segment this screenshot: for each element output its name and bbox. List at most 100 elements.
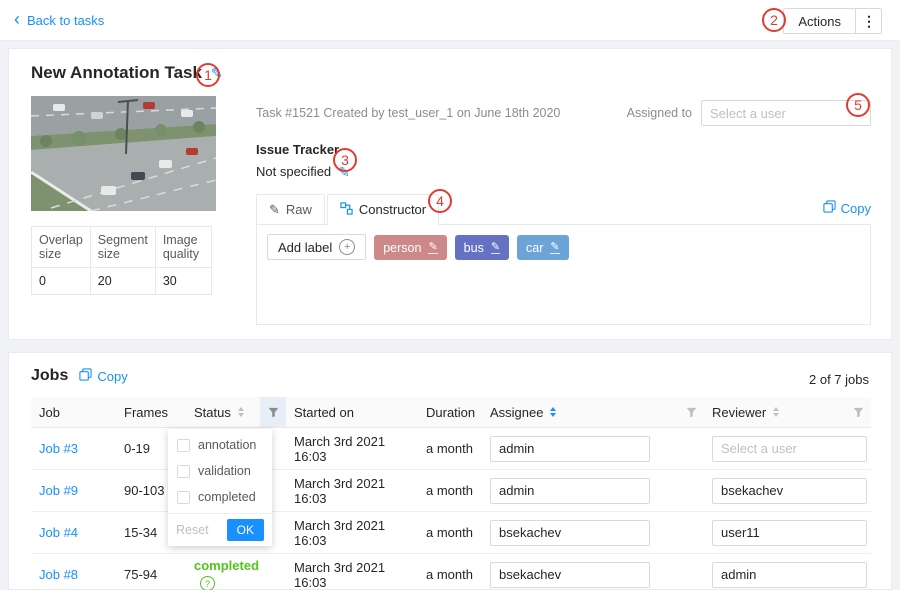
col-frames: Frames: [116, 397, 186, 428]
back-label: Back to tasks: [27, 13, 104, 28]
job-duration: a month: [418, 470, 482, 512]
reviewer-sort-icon[interactable]: [773, 407, 779, 417]
edit-label-icon[interactable]: ✎: [428, 241, 437, 254]
param-value-segment: 20: [90, 268, 155, 295]
constructor-icon: [340, 202, 353, 218]
status-filter-icon[interactable]: [260, 397, 286, 427]
assignee-input[interactable]: [490, 562, 650, 588]
job-duration: a month: [418, 554, 482, 590]
label-name: car: [526, 241, 543, 255]
tab-constructor[interactable]: Constructor: [327, 194, 439, 225]
copy-icon: [79, 368, 92, 384]
task-meta: Task #1521 Created by test_user_1 on Jun…: [256, 106, 560, 120]
job-link[interactable]: Job #8: [39, 567, 78, 582]
labels-tabbar: ✎ Raw Constructor: [256, 192, 871, 225]
tab-raw-label: Raw: [286, 202, 312, 217]
jobs-header: Jobs Copy: [31, 367, 128, 385]
status-info-icon[interactable]: ?: [200, 576, 215, 590]
label-tag-car[interactable]: car ✎: [517, 235, 569, 260]
reviewer-input[interactable]: [712, 478, 867, 504]
job-row: Job #8 75-94 completed? March 3rd 2021 1…: [31, 554, 871, 590]
filter-option-label: annotation: [198, 438, 256, 452]
reviewer-filter-icon[interactable]: [845, 397, 871, 427]
task-title-row: New Annotation Task ✎: [31, 63, 223, 83]
filter-option-label: completed: [198, 490, 256, 504]
edit-label-icon[interactable]: ✎: [550, 241, 559, 254]
filter-reset-button[interactable]: Reset: [176, 523, 209, 537]
reviewer-input[interactable]: [712, 436, 867, 462]
assignee-sort-icon[interactable]: [550, 407, 556, 417]
status-sort-icon[interactable]: [238, 407, 244, 417]
job-started: March 3rd 2021 16:03: [286, 428, 418, 470]
job-frames: 75-94: [116, 554, 186, 590]
filter-option-completed[interactable]: completed: [168, 484, 272, 510]
callout-3: 3: [333, 148, 357, 172]
reviewer-input[interactable]: [712, 562, 867, 588]
copy-icon: [823, 200, 836, 216]
filter-option-label: validation: [198, 464, 251, 478]
jobs-title: Jobs: [31, 367, 68, 385]
col-job: Job: [31, 397, 116, 428]
label-name: person: [383, 241, 421, 255]
assignee-input[interactable]: [490, 478, 650, 504]
checkbox-validation[interactable]: [177, 465, 190, 478]
add-label-button[interactable]: Add label +: [267, 234, 366, 260]
job-link[interactable]: Job #3: [39, 441, 78, 456]
job-status: completed?: [186, 554, 286, 590]
assignee-input[interactable]: [490, 520, 650, 546]
actions-button[interactable]: Actions: [783, 8, 856, 34]
col-duration: Duration: [418, 397, 482, 428]
param-value-overlap: 0: [32, 268, 91, 295]
copy-jobs-link[interactable]: Copy: [79, 368, 127, 384]
copy-labels-link[interactable]: Copy: [823, 200, 871, 216]
callout-5: 5: [846, 93, 870, 117]
col-assignee[interactable]: Assignee: [482, 397, 704, 428]
job-duration: a month: [418, 512, 482, 554]
assigned-to-group: Assigned to: [627, 100, 871, 126]
callout-2: 2: [762, 8, 786, 32]
filter-footer: Reset OK: [168, 513, 272, 546]
label-tag-person[interactable]: person ✎: [374, 235, 446, 260]
label-tag-bus[interactable]: bus ✎: [455, 235, 509, 260]
job-row: Job #9 90-103 March 3rd 2021 16:03 a mon…: [31, 470, 871, 512]
assigned-to-label: Assigned to: [627, 106, 692, 120]
actions-more-button[interactable]: ⋮: [856, 8, 882, 34]
jobs-card: Jobs Copy 2 of 7 jobs Job Fra: [8, 352, 892, 590]
issue-tracker-value: Not specified: [256, 164, 331, 179]
param-header-segment: Segment size: [90, 227, 155, 268]
back-to-tasks-link[interactable]: ‹ Back to tasks: [14, 0, 104, 40]
filter-option-annotation[interactable]: annotation: [168, 432, 272, 458]
filter-ok-button[interactable]: OK: [227, 519, 264, 541]
plus-circle-icon: +: [339, 239, 355, 255]
col-started: Started on: [286, 397, 418, 428]
callout-4: 4: [428, 189, 452, 213]
job-link[interactable]: Job #4: [39, 525, 78, 540]
actions-button-group: Actions ⋮: [783, 8, 882, 34]
callout-1: 1: [196, 63, 220, 87]
col-reviewer[interactable]: Reviewer: [704, 397, 871, 428]
filter-option-validation[interactable]: validation: [168, 458, 272, 484]
tab-raw[interactable]: ✎ Raw: [256, 194, 325, 225]
assignee-filter-icon[interactable]: [678, 397, 704, 427]
copy-label: Copy: [97, 369, 127, 384]
job-link[interactable]: Job #9: [39, 483, 78, 498]
job-started: March 3rd 2021 16:03: [286, 512, 418, 554]
col-status[interactable]: Status: [186, 397, 286, 428]
reviewer-input[interactable]: [712, 520, 867, 546]
raw-pencil-icon: ✎: [269, 202, 280, 218]
back-chevron-icon: ‹: [14, 10, 20, 28]
checkbox-annotation[interactable]: [177, 439, 190, 452]
label-name: bus: [464, 241, 484, 255]
kebab-icon: ⋮: [862, 13, 876, 29]
jobs-table-header-row: Job Frames Status Started on Duration: [31, 397, 871, 428]
assignee-input[interactable]: [490, 436, 650, 462]
task-page: ‹ Back to tasks Actions ⋮ New Annotation…: [0, 0, 900, 590]
param-value-quality: 30: [155, 268, 211, 295]
checkbox-completed[interactable]: [177, 491, 190, 504]
task-title: New Annotation Task: [31, 63, 202, 83]
jobs-count: 2 of 7 jobs: [809, 372, 869, 387]
task-meta-row: Task #1521 Created by test_user_1 on Jun…: [256, 100, 871, 126]
task-params-table: Overlap size Segment size Image quality …: [31, 226, 212, 295]
param-header-quality: Image quality: [155, 227, 211, 268]
edit-label-icon[interactable]: ✎: [491, 241, 500, 254]
